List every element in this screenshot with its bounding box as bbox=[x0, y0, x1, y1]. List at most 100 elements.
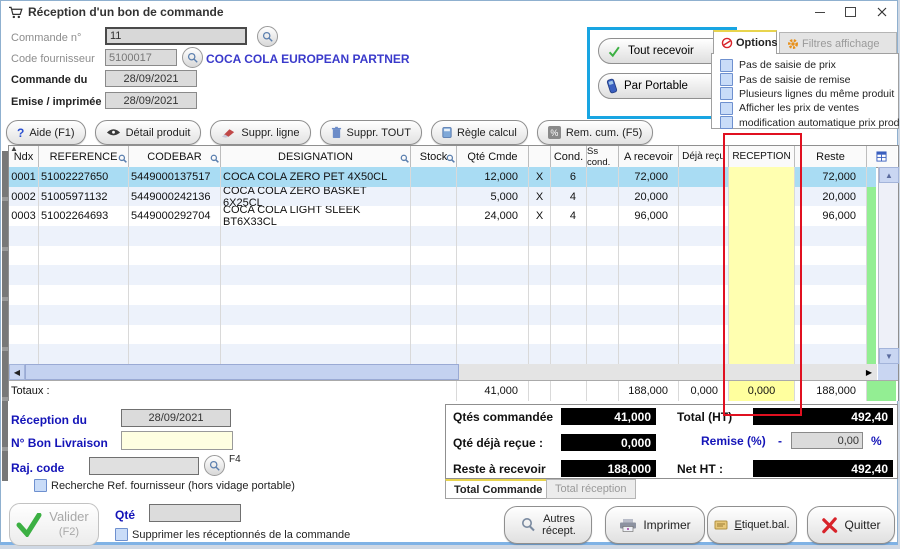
etiquet-bal-button[interactable]: Etiquet.bal. bbox=[707, 506, 797, 544]
scrollbar-thumb[interactable] bbox=[25, 364, 459, 380]
table-header: ▲Ndx REFERENCE CODEBAR DESIGNATION Stock… bbox=[9, 146, 897, 168]
checkbox-pas-saisie-remise[interactable] bbox=[720, 73, 733, 86]
cell-empty bbox=[529, 265, 551, 285]
checkbox-recherche-ref[interactable] bbox=[34, 479, 47, 492]
minimize-button[interactable] bbox=[804, 1, 835, 23]
column-header-ndx[interactable]: ▲Ndx bbox=[9, 146, 39, 167]
cell-empty bbox=[795, 226, 867, 246]
checkbox-supprimer-receptionnes[interactable] bbox=[115, 528, 128, 541]
cell-empty bbox=[529, 246, 551, 266]
cell-codebar: 5449000242136 bbox=[129, 187, 221, 207]
table-row[interactable]: 0003 51002264693 5449000292704 COCA COLA… bbox=[9, 206, 877, 226]
column-header-cond[interactable]: Cond. bbox=[551, 146, 587, 167]
reception-du-field[interactable]: 28/09/2021 bbox=[121, 409, 231, 427]
tab-total-commande[interactable]: Total Commande bbox=[445, 479, 551, 499]
commande-search-button[interactable] bbox=[257, 26, 278, 47]
rem-cum-button[interactable]: % Rem. cum. (F5) bbox=[537, 120, 653, 145]
cell-reception[interactable] bbox=[729, 206, 795, 226]
tab-total-reception[interactable]: Total réception bbox=[546, 479, 636, 499]
checkbox-afficher-prix[interactable] bbox=[720, 102, 733, 115]
column-header-reference[interactable]: REFERENCE bbox=[39, 146, 129, 167]
autres-recept-button[interactable]: Autresrécept. bbox=[504, 506, 592, 544]
cell-empty bbox=[619, 325, 679, 345]
commande-du-field[interactable]: 28/09/2021 bbox=[105, 70, 197, 87]
column-header-designation[interactable]: DESIGNATION bbox=[221, 146, 411, 167]
fournisseur-search-button[interactable] bbox=[182, 47, 203, 68]
table-icon bbox=[876, 151, 887, 162]
qte-input[interactable] bbox=[149, 504, 241, 522]
imprimer-button[interactable]: Imprimer bbox=[605, 506, 705, 544]
net-ht-value: 492,40 bbox=[753, 460, 893, 477]
checkbox-modification-auto[interactable] bbox=[720, 116, 733, 129]
scroll-left-icon[interactable]: ◀ bbox=[9, 364, 25, 380]
horizontal-scrollbar[interactable]: ◀ ▶ bbox=[9, 364, 877, 380]
cell-empty bbox=[411, 344, 457, 364]
vertical-scrollbar[interactable]: ▲ ▼ bbox=[878, 167, 898, 364]
raj-code-search-button[interactable] bbox=[204, 455, 225, 476]
cell-reception-empty[interactable] bbox=[729, 246, 795, 266]
checkbox-plusieurs-lignes[interactable] bbox=[720, 87, 733, 100]
cell-empty bbox=[129, 344, 221, 364]
cell-empty bbox=[9, 246, 39, 266]
cell-reception-empty[interactable] bbox=[729, 265, 795, 285]
column-header-stock[interactable]: Stock bbox=[411, 146, 457, 167]
checkbox-pas-saisie-prix[interactable] bbox=[720, 59, 733, 72]
bon-livraison-input[interactable] bbox=[121, 431, 233, 450]
raj-code-input[interactable] bbox=[89, 457, 199, 475]
totals-qte-cmde: 41,000 bbox=[457, 381, 529, 401]
column-header-reste[interactable]: Reste bbox=[795, 146, 867, 167]
suppr-tout-button[interactable]: Suppr. TOUT bbox=[320, 120, 422, 145]
cell-reception-empty[interactable] bbox=[729, 344, 795, 364]
cell-status bbox=[867, 325, 876, 345]
aide-button[interactable]: ? Aide (F1) bbox=[6, 120, 86, 145]
suppr-ligne-button[interactable]: Suppr. ligne bbox=[210, 120, 310, 145]
cell-reception[interactable] bbox=[729, 167, 795, 187]
detail-produit-button[interactable]: Détail produit bbox=[95, 120, 202, 145]
cell-empty bbox=[457, 265, 529, 285]
raj-code-label: Raj. code bbox=[11, 461, 64, 475]
commande-n-field[interactable]: 11 bbox=[105, 27, 247, 45]
supplier-name: COCA COLA EUROPEAN PARTNER bbox=[206, 52, 410, 66]
remise-input[interactable]: 0,00 bbox=[791, 432, 863, 449]
quitter-button[interactable]: Quitter bbox=[807, 506, 895, 544]
cell-deja-recu bbox=[679, 187, 729, 207]
column-header-reception[interactable]: RECEPTION bbox=[729, 146, 795, 167]
cell-reception-empty[interactable] bbox=[729, 285, 795, 305]
toolbar: ? Aide (F1) Détail produit Suppr. ligne … bbox=[6, 120, 653, 145]
no-entry-icon bbox=[721, 37, 733, 49]
emise-field[interactable]: 28/09/2021 bbox=[105, 92, 197, 109]
cell-empty bbox=[39, 246, 129, 266]
printer-icon bbox=[619, 518, 637, 533]
regle-calcul-label: Règle calcul bbox=[457, 127, 517, 139]
table-row[interactable]: 0002 51005971132 5449000242136 COCA COLA… bbox=[9, 187, 877, 207]
column-header-ss-cond[interactable]: Ss cond. bbox=[587, 146, 619, 167]
par-portable-button[interactable]: Par Portable bbox=[598, 73, 726, 99]
column-header-tools[interactable] bbox=[867, 146, 896, 167]
column-header-x[interactable] bbox=[529, 146, 551, 167]
column-header-qte-cmde[interactable]: Qté Cmde bbox=[457, 146, 529, 167]
cell-empty bbox=[679, 246, 729, 266]
scroll-up-icon[interactable]: ▲ bbox=[879, 167, 899, 183]
cell-empty bbox=[221, 265, 411, 285]
regle-calcul-button[interactable]: Règle calcul bbox=[431, 120, 528, 145]
cell-empty bbox=[457, 344, 529, 364]
cell-reception[interactable] bbox=[729, 187, 795, 207]
scroll-right-icon[interactable]: ▶ bbox=[861, 364, 877, 380]
cell-reception-empty[interactable] bbox=[729, 226, 795, 246]
scroll-down-icon[interactable]: ▼ bbox=[879, 348, 899, 364]
column-header-deja-recu[interactable]: Déjà reçu bbox=[679, 146, 729, 167]
tout-recevoir-button[interactable]: Tout recevoir bbox=[598, 38, 726, 64]
cell-reception-empty[interactable] bbox=[729, 325, 795, 345]
table-row-selected[interactable]: 0001 51002227650 5449000137517 COCA COLA… bbox=[9, 167, 877, 187]
column-header-codebar[interactable]: CODEBAR bbox=[129, 146, 221, 167]
autres-line1: Autres bbox=[543, 513, 575, 525]
valider-button[interactable]: Valider(F2) bbox=[9, 503, 99, 546]
tab-options[interactable]: Options bbox=[713, 30, 777, 54]
column-header-a-recevoir[interactable]: A recevoir bbox=[619, 146, 679, 167]
maximize-button[interactable] bbox=[835, 1, 866, 23]
code-fournisseur-field[interactable]: 5100017 bbox=[105, 49, 177, 66]
search-icon bbox=[262, 31, 273, 42]
close-button[interactable] bbox=[866, 1, 897, 23]
cell-reception-empty[interactable] bbox=[729, 305, 795, 325]
remise-label: Remise (%) bbox=[701, 434, 766, 448]
